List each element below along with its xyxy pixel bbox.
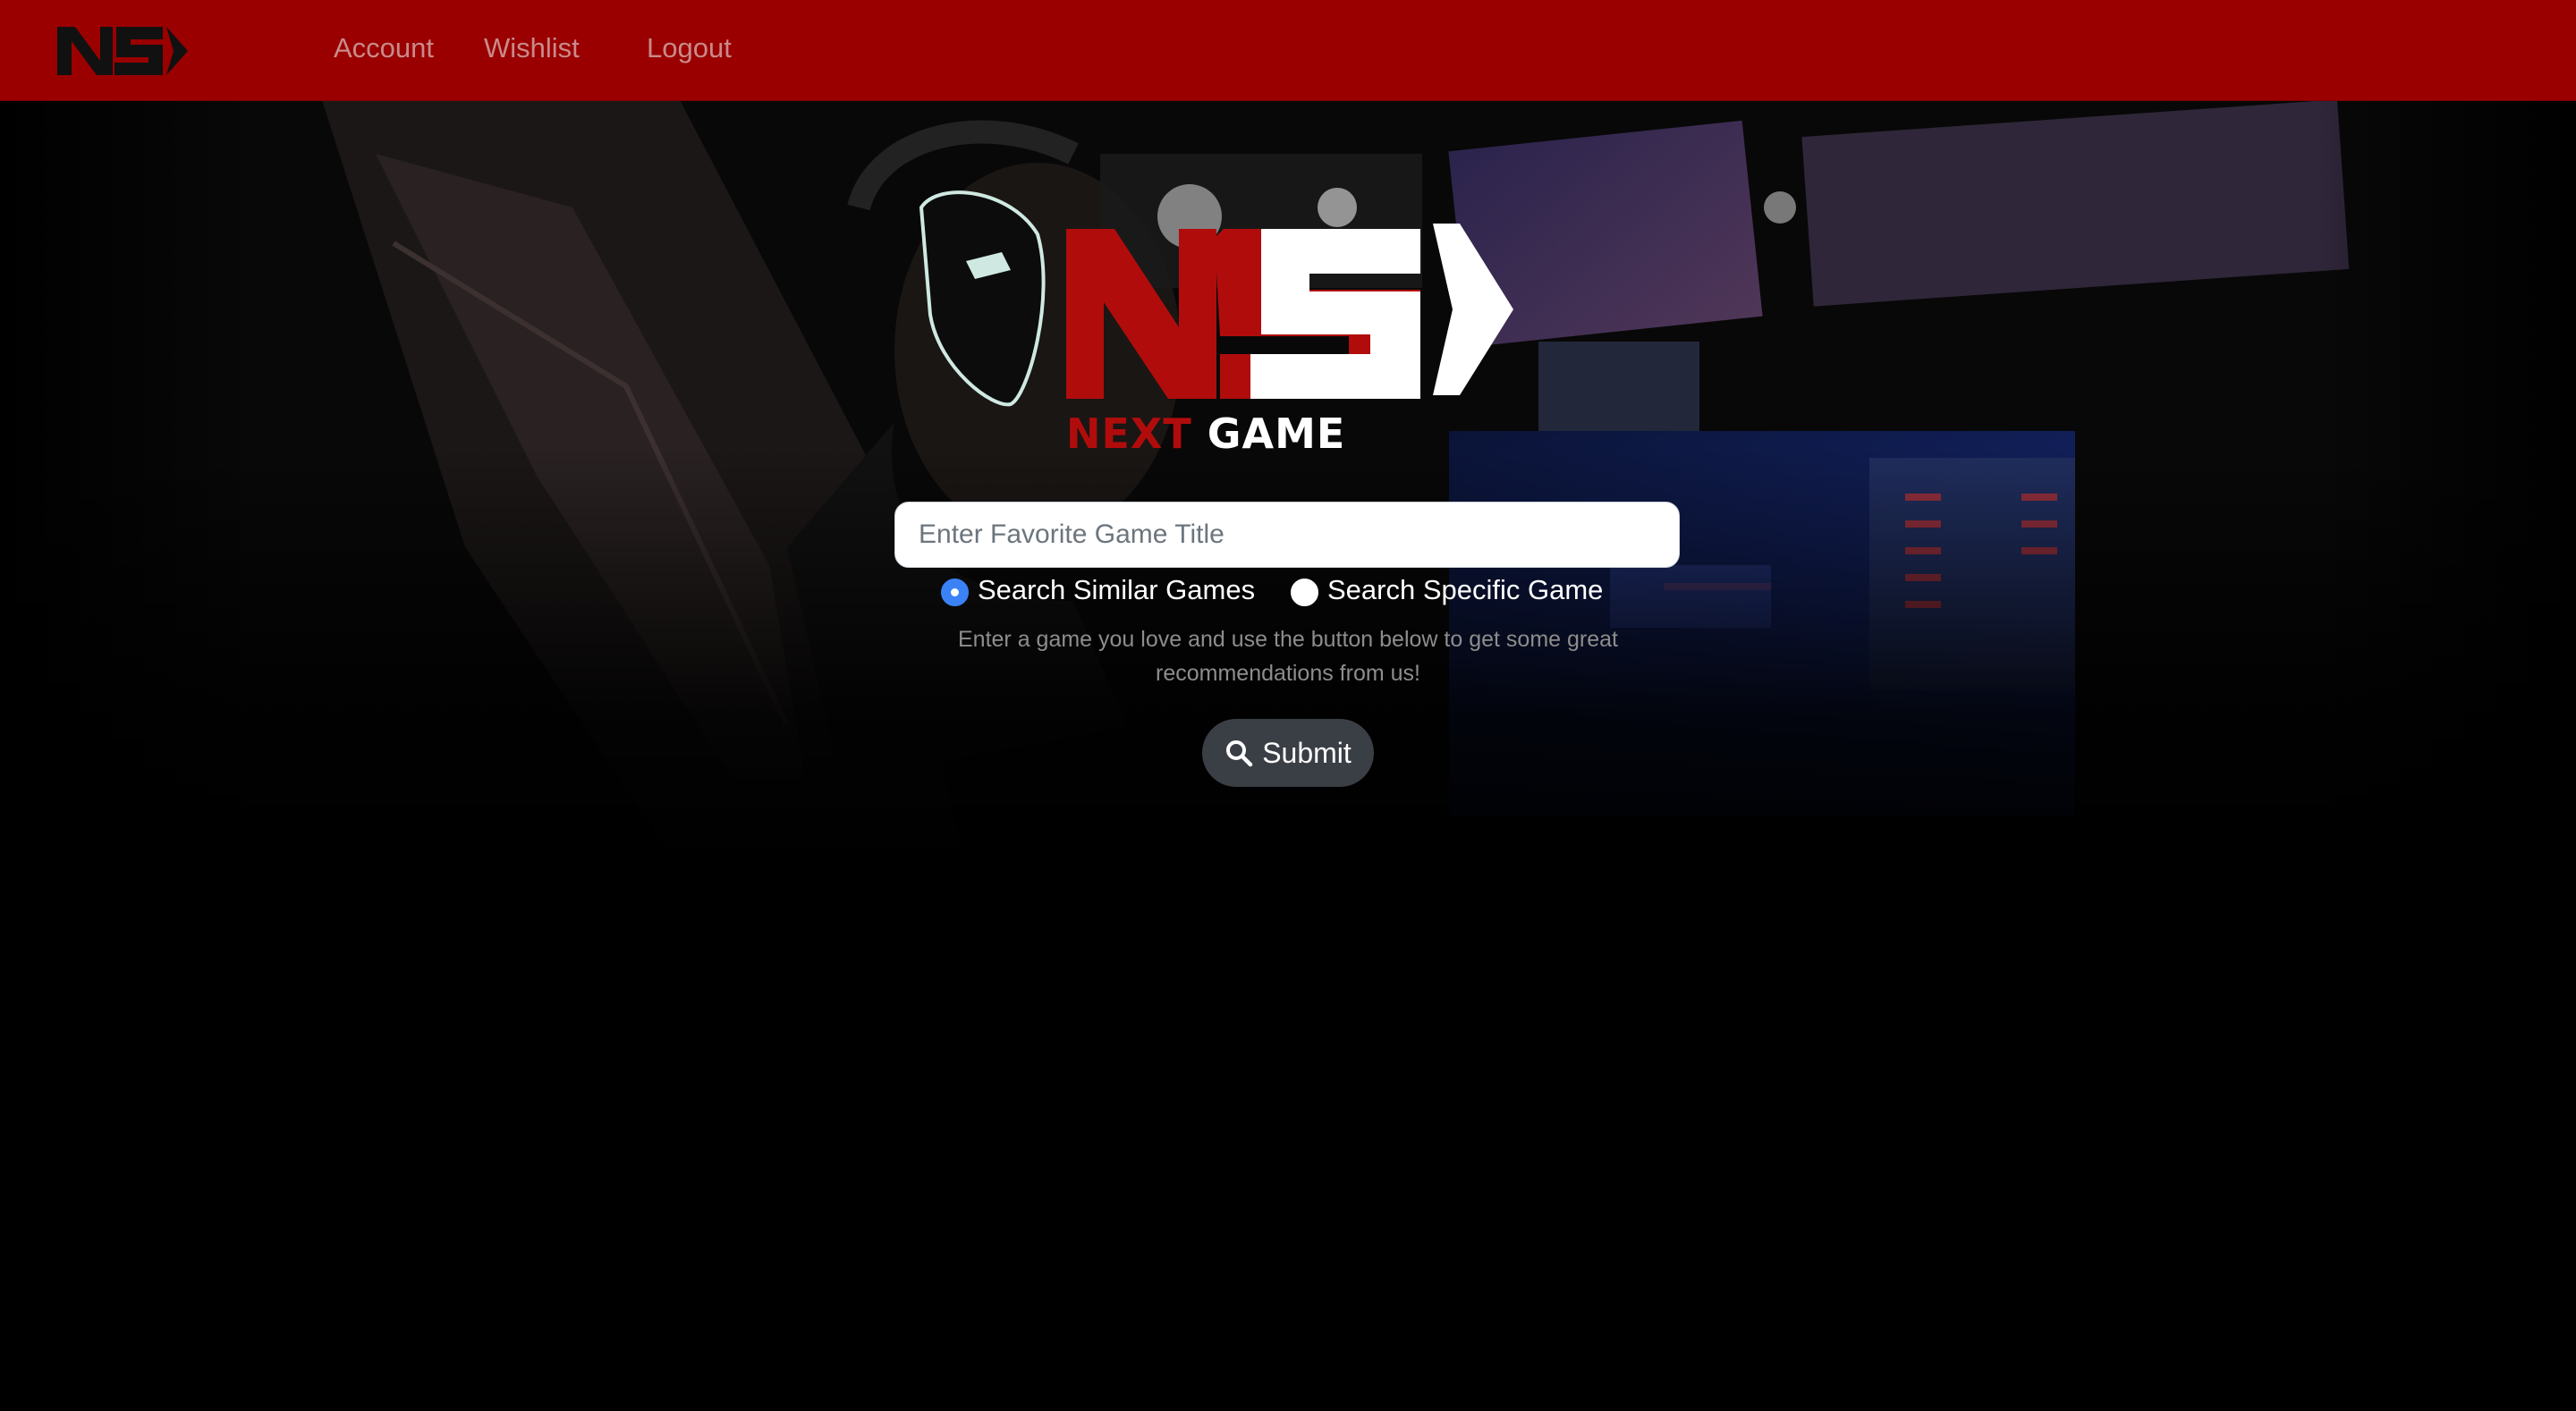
brand-wordmark: NEXT GAME (1066, 411, 1345, 456)
nav-account-link[interactable]: Account (334, 30, 434, 66)
search-helper-text: Enter a game you love and use the button… (958, 627, 1618, 686)
search-icon (1226, 740, 1253, 767)
radio-unchecked-icon[interactable] (1291, 578, 1318, 606)
submit-button[interactable]: Submit (1202, 719, 1374, 787)
brand-word-next: NEXT (1066, 410, 1192, 458)
top-navbar: Account Wishlist Logout (0, 0, 2576, 101)
ng-brand-mark-icon (1066, 224, 1513, 399)
page: Account Wishlist Logout NEXT GAME Enter … (0, 0, 2576, 1411)
nav-wishlist-link[interactable]: Wishlist (484, 30, 580, 66)
next-game-logo: NEXT GAME (1063, 220, 1513, 456)
radio-search-similar[interactable]: Search Similar Games (941, 572, 1255, 608)
brand-word-game: GAME (1207, 410, 1346, 458)
nav-logout-link[interactable]: Logout (647, 30, 732, 66)
submit-label: Submit (1262, 736, 1352, 769)
radio-search-specific[interactable]: Search Specific Game (1291, 572, 1603, 608)
ng-logo-icon[interactable] (55, 21, 190, 79)
game-title-search-input[interactable] (894, 502, 1680, 568)
radio-label-specific: Search Specific Game (1327, 574, 1604, 605)
radio-checked-icon[interactable] (941, 578, 969, 606)
radio-label-similar: Search Similar Games (978, 574, 1256, 605)
